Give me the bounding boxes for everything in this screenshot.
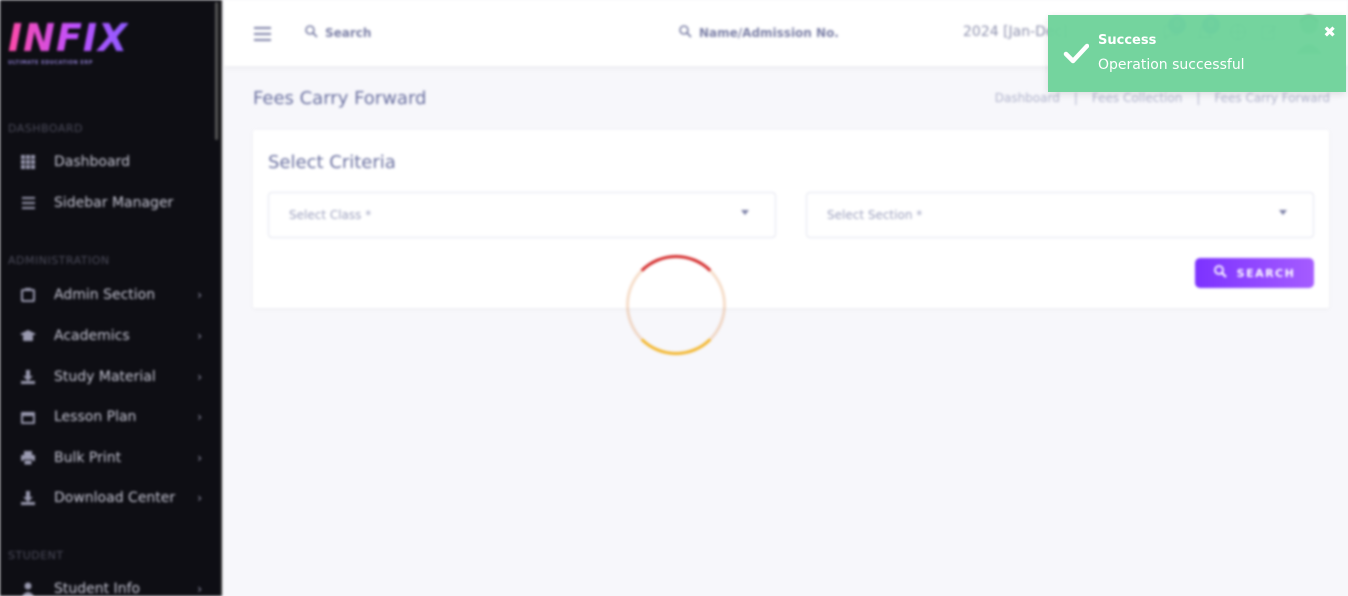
success-toast: Success Operation successful ✖ — [1048, 15, 1346, 92]
section-title-administration: ADMINISTRATION — [8, 254, 110, 267]
breadcrumb: Dashboard | Fees Collection | Fees Carry… — [995, 91, 1330, 105]
breadcrumb-separator: | — [1196, 91, 1201, 105]
admin-icon — [20, 287, 36, 303]
sidebar-item-dashboard[interactable]: Dashboard — [0, 149, 220, 175]
sidebar-item-student-info[interactable]: Student Info › — [0, 576, 220, 596]
chevron-right-icon: › — [197, 451, 202, 465]
search-icon — [305, 25, 318, 41]
page-title: Fees Carry Forward — [253, 88, 427, 109]
sidebar-item-label: Study Material — [54, 369, 156, 385]
sidebar-scrollbar[interactable] — [215, 2, 218, 140]
breadcrumb-fees-collection[interactable]: Fees Collection — [1092, 91, 1182, 105]
student-search-input[interactable]: Name/Admission No. — [679, 25, 839, 41]
sidebar-item-label: Admin Section — [54, 287, 156, 303]
sidebar-item-bulk-print[interactable]: Bulk Print › — [0, 445, 220, 471]
select-criteria-card: Select Criteria Select Class * Select Se… — [253, 130, 1329, 308]
section-select[interactable]: Select Section * — [806, 192, 1314, 238]
sidebar-item-label: Student Info — [54, 581, 141, 596]
sidebar-item-label: Bulk Print — [54, 450, 122, 466]
sidebar-item-label: Dashboard — [54, 154, 130, 170]
sidebar-item-label: Lesson Plan — [54, 409, 137, 425]
loading-spinner — [626, 255, 726, 355]
printer-icon — [20, 450, 36, 466]
card-title: Select Criteria — [268, 152, 396, 173]
search-input[interactable]: Search — [305, 25, 371, 41]
chevron-right-icon: › — [197, 491, 202, 505]
toast-title: Success — [1098, 33, 1157, 48]
sidebar-item-admin-section[interactable]: Admin Section › — [0, 282, 220, 308]
sidebar-item-label: Academics — [54, 328, 130, 344]
search-placeholder: Search — [325, 26, 372, 40]
chevron-right-icon: › — [197, 410, 202, 424]
grid-icon — [20, 154, 36, 170]
class-select[interactable]: Select Class * — [268, 192, 776, 238]
search-icon — [1213, 265, 1227, 281]
breadcrumb-separator: | — [1073, 91, 1078, 105]
student-search-placeholder: Name/Admission No. — [699, 26, 839, 40]
logo-text: INFIX — [8, 16, 129, 60]
sidebar-item-sidebar-manager[interactable]: Sidebar Manager — [0, 190, 220, 216]
list-icon — [20, 195, 36, 211]
breadcrumb-dashboard[interactable]: Dashboard — [995, 91, 1060, 105]
chevron-right-icon: › — [197, 329, 202, 343]
sidebar-item-academics[interactable]: Academics › — [0, 323, 220, 349]
section-title-dashboard: DASHBOARD — [8, 122, 84, 135]
chevron-right-icon: › — [197, 288, 202, 302]
breadcrumb-current: Fees Carry Forward — [1214, 91, 1330, 105]
sidebar-item-label: Download Center — [54, 490, 176, 506]
sidebar-item-study-material[interactable]: Study Material › — [0, 364, 220, 390]
search-button[interactable]: SEARCH — [1195, 258, 1314, 288]
chevron-right-icon: › — [197, 370, 202, 384]
graduation-cap-icon — [20, 328, 36, 344]
section-select-placeholder: Select Section * — [827, 208, 923, 222]
checkmark-icon — [1063, 40, 1090, 66]
chevron-right-icon: › — [197, 582, 202, 596]
brand-logo[interactable]: INFIX ULTIMATE EDUCATION ERP — [8, 18, 128, 70]
sidebar: INFIX ULTIMATE EDUCATION ERP DASHBOARD D… — [0, 0, 222, 596]
download-icon — [20, 490, 36, 506]
hamburger-menu-icon[interactable] — [254, 27, 271, 41]
close-icon[interactable]: ✖ — [1323, 24, 1336, 40]
download-icon — [20, 369, 36, 385]
sidebar-item-download-center[interactable]: Download Center › — [0, 485, 220, 511]
class-select-placeholder: Select Class * — [289, 208, 372, 222]
calendar-icon — [20, 409, 36, 425]
user-icon — [20, 581, 36, 596]
search-icon — [679, 25, 692, 41]
logo-tagline: ULTIMATE EDUCATION ERP — [8, 60, 93, 66]
search-button-label: SEARCH — [1236, 266, 1296, 280]
chevron-down-icon — [1279, 210, 1287, 215]
sidebar-item-lesson-plan[interactable]: Lesson Plan › — [0, 404, 220, 430]
chevron-down-icon — [741, 210, 749, 215]
section-title-student: STUDENT — [8, 549, 64, 562]
toast-message: Operation successful — [1098, 57, 1245, 73]
sidebar-item-label: Sidebar Manager — [54, 195, 174, 211]
